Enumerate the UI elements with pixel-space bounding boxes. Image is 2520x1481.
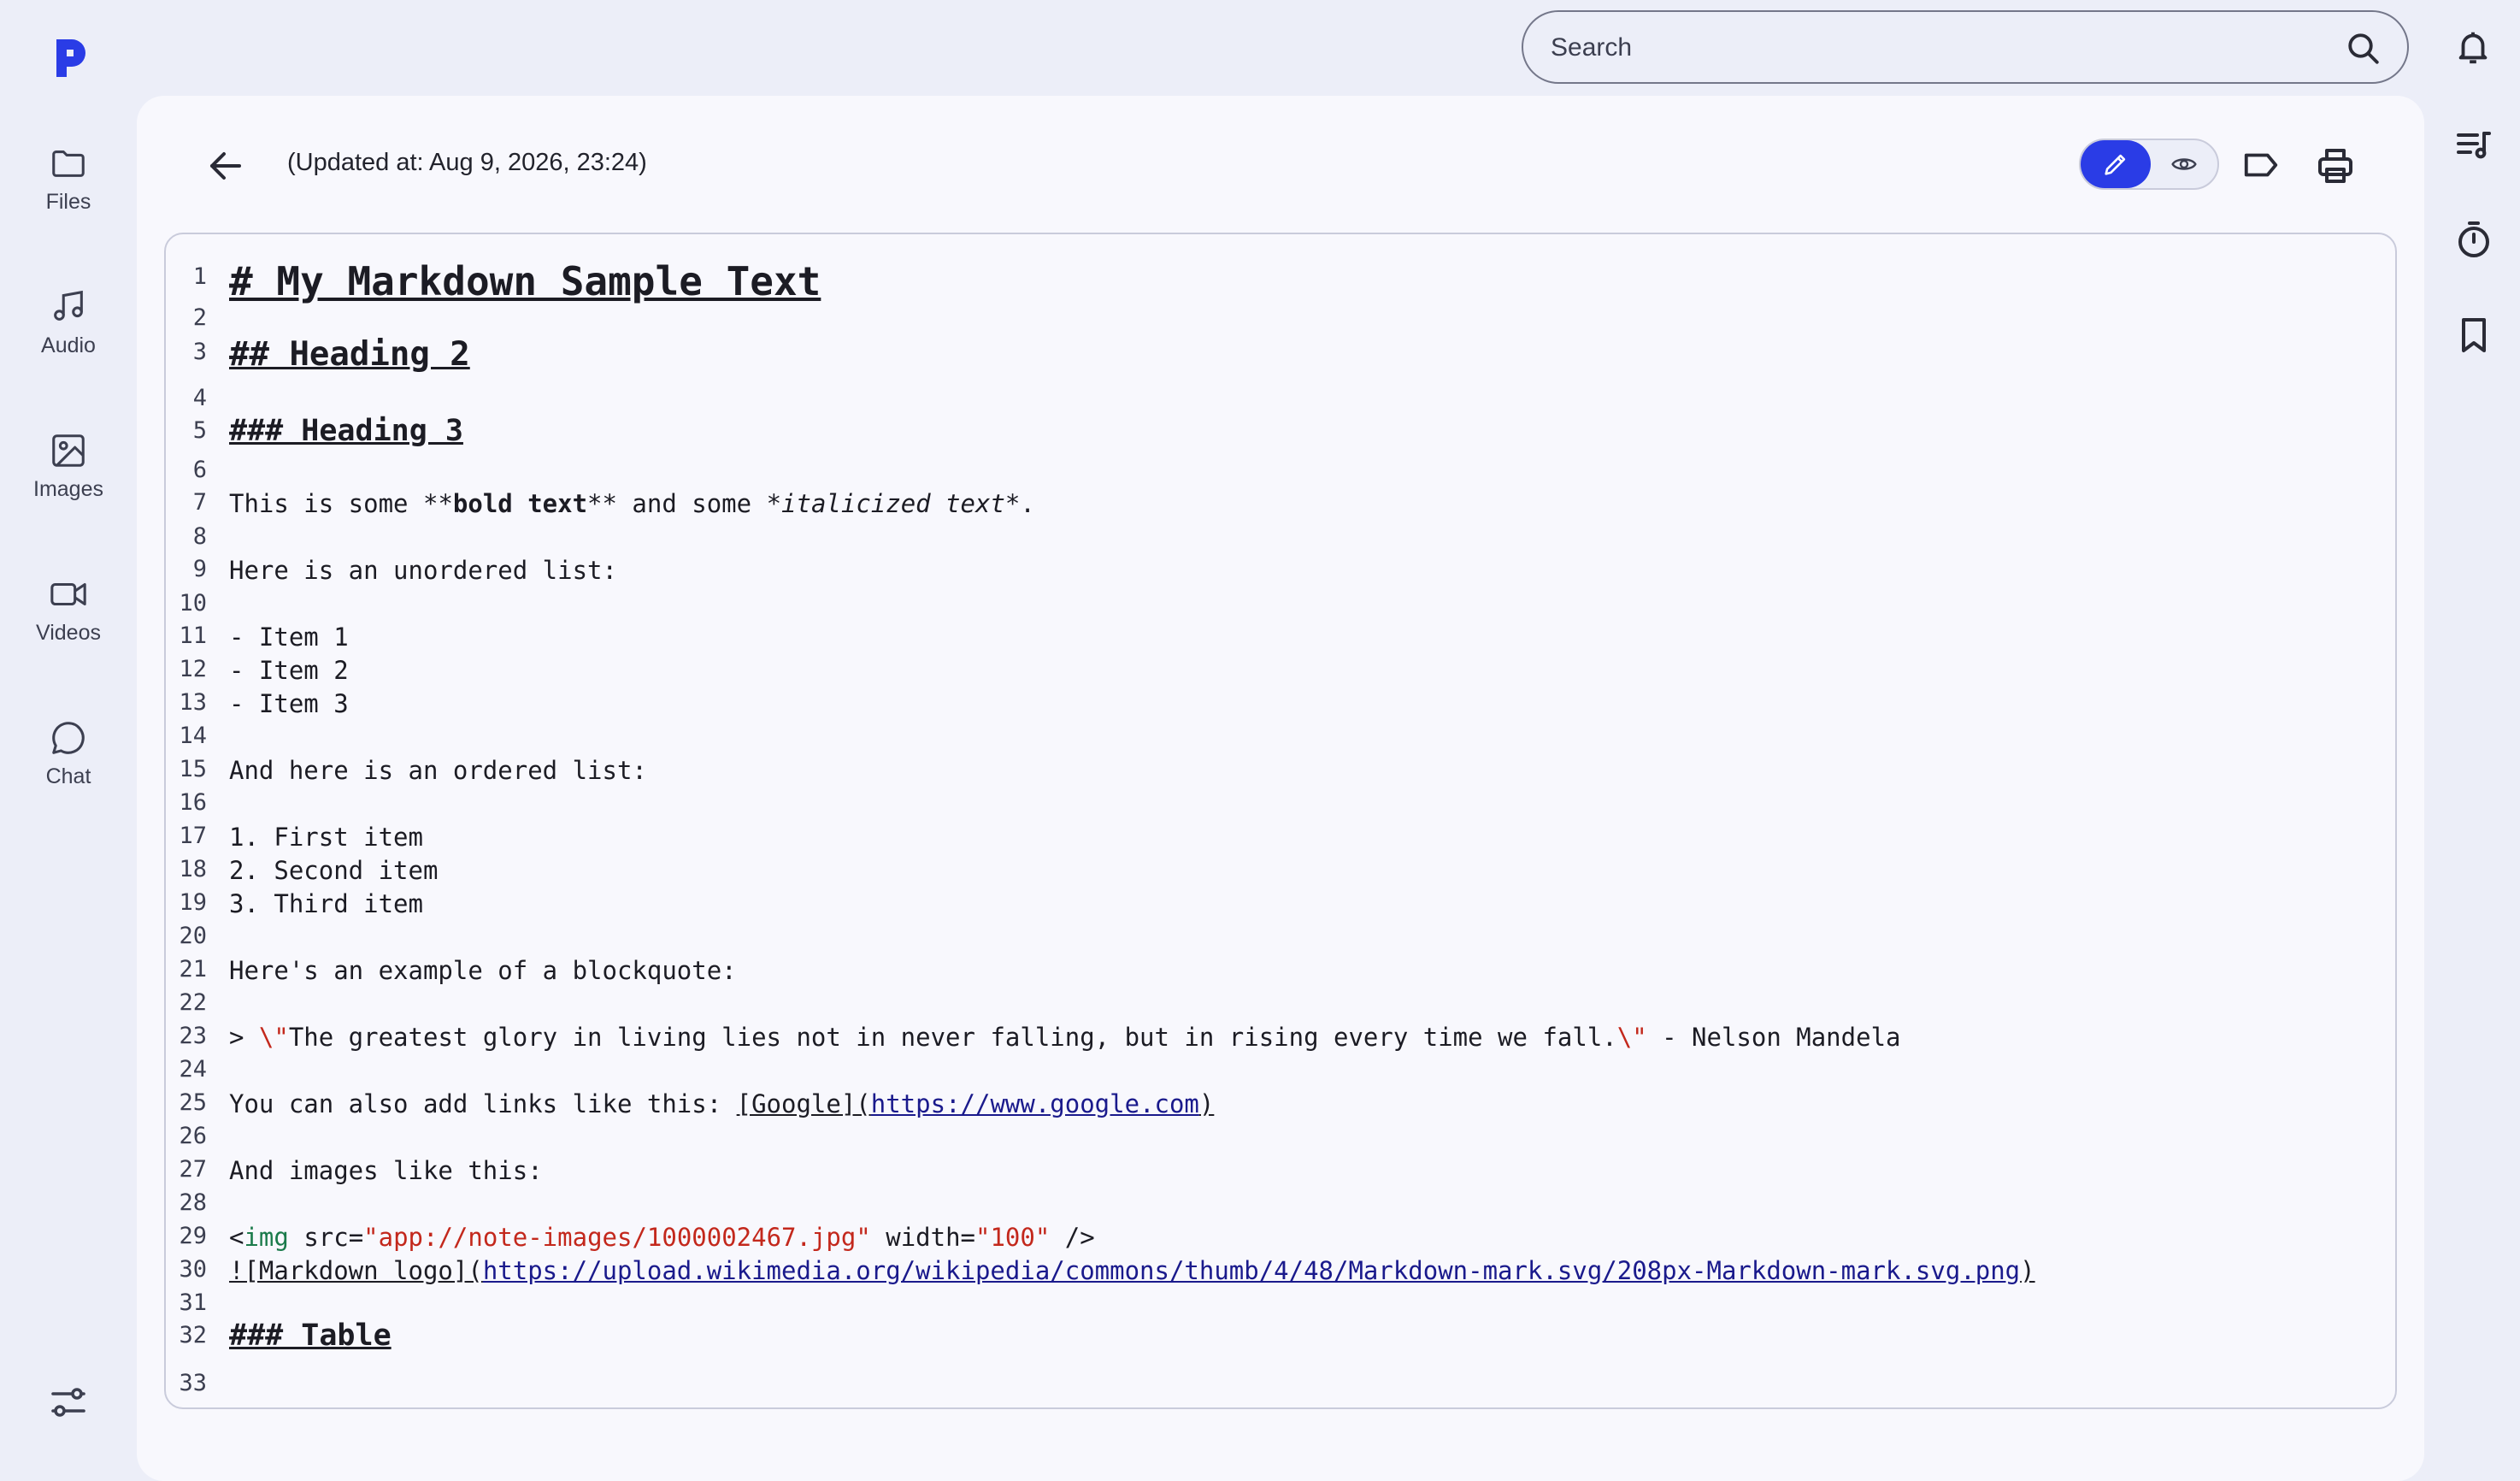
line-number: 1	[192, 263, 207, 290]
line-number: 15	[179, 756, 207, 782]
code-text: Here is an unordered list:	[229, 556, 617, 585]
code-text: <img src="app://note-images/1000002467.j…	[229, 1223, 1095, 1252]
code-heading-2: ## Heading 2	[229, 335, 470, 374]
music-note-icon	[54, 290, 83, 321]
bookmark-icon[interactable]	[2453, 315, 2494, 356]
folder-icon	[52, 150, 85, 177]
search-input[interactable]	[1549, 27, 2322, 68]
line-number: 22	[179, 989, 207, 1016]
chat-bubble-icon	[52, 722, 85, 754]
line-number: 20	[179, 923, 207, 949]
line-number: 8	[192, 523, 207, 550]
line-number: 10	[179, 590, 207, 617]
code-text: Here's an example of a blockquote:	[229, 956, 737, 985]
code-text: 1. First item	[229, 823, 423, 852]
code-text: 3. Third item	[229, 889, 423, 918]
label-tag-icon[interactable]	[2241, 145, 2281, 185]
updated-timestamp: (Updated at: Aug 9, 2026, 23:24)	[287, 149, 647, 176]
line-number: 28	[179, 1189, 207, 1216]
code-text: 2. Second item	[229, 856, 439, 885]
code-text: - Item 1	[229, 622, 349, 652]
eye-icon	[2171, 158, 2197, 170]
timer-icon[interactable]	[2453, 219, 2494, 260]
nav-audio[interactable]: Audio	[0, 287, 137, 390]
line-number: 33	[179, 1370, 207, 1396]
line-number: 32	[179, 1322, 207, 1348]
nav-chat-label: Chat	[45, 764, 91, 788]
edit-mode-button[interactable]	[2081, 140, 2151, 188]
nav-videos[interactable]: Videos	[0, 575, 137, 677]
code-text: And here is an ordered list:	[229, 756, 647, 785]
back-arrow-icon[interactable]	[205, 145, 246, 186]
line-number: 19	[179, 889, 207, 916]
pencil-icon	[2105, 154, 2126, 175]
nav-images-label: Images	[33, 477, 103, 501]
line-number: 13	[179, 689, 207, 716]
image-icon	[52, 434, 85, 467]
line-number: 26	[179, 1123, 207, 1149]
line-number: 3	[192, 339, 207, 365]
line-number: 17	[179, 823, 207, 849]
line-number: 12	[179, 656, 207, 682]
line-number: 27	[179, 1156, 207, 1183]
line-number: 30	[179, 1256, 207, 1283]
code-text: - Item 2	[229, 656, 349, 685]
settings-sliders-icon[interactable]	[48, 1382, 89, 1423]
line-number: 14	[179, 723, 207, 749]
line-number: 23	[179, 1023, 207, 1049]
code-heading-3: ### Table	[229, 1319, 392, 1353]
code-text: You can also add links like this: [Googl…	[229, 1089, 1215, 1118]
code-text: This is some **bold text** and some *ita…	[229, 489, 1035, 518]
code-heading-3: ### Heading 3	[229, 414, 463, 448]
app-logo-icon[interactable]	[51, 36, 89, 80]
code-heading-1: # My Markdown Sample Text	[229, 258, 821, 304]
line-number: 21	[179, 956, 207, 982]
nav-images[interactable]: Images	[0, 431, 137, 534]
preview-mode-button[interactable]	[2151, 140, 2217, 188]
image-url-link[interactable]: https://upload.wikimedia.org/wikipedia/c…	[483, 1256, 2020, 1285]
video-camera-icon	[50, 582, 86, 606]
code-text: > \"The greatest glory in living lies no…	[229, 1023, 1901, 1052]
line-number: 6	[192, 457, 207, 483]
line-number: 4	[192, 385, 207, 411]
nav-videos-label: Videos	[36, 621, 101, 645]
nav-audio-label: Audio	[41, 333, 96, 357]
line-number: 18	[179, 856, 207, 882]
line-number: 24	[179, 1056, 207, 1083]
edit-preview-toggle[interactable]	[2079, 139, 2219, 190]
nav-files-label: Files	[45, 190, 91, 214]
code-text: And images like this:	[229, 1156, 543, 1185]
search-icon[interactable]	[2346, 31, 2382, 67]
line-number: 31	[179, 1289, 207, 1316]
line-number: 7	[192, 489, 207, 516]
markdown-editor[interactable]: 1 # My Markdown Sample Text 2 3 ## Heading…	[164, 233, 2397, 1409]
notification-bell-icon[interactable]	[2453, 27, 2493, 67]
playlist-icon[interactable]	[2453, 125, 2494, 166]
search-box[interactable]	[1522, 10, 2409, 84]
nav-chat[interactable]: Chat	[0, 718, 137, 821]
line-number: 9	[192, 556, 207, 582]
print-icon[interactable]	[2315, 145, 2356, 186]
code-text: - Item 3	[229, 689, 349, 718]
left-nav-rail: Files Audio Images Videos Chat	[0, 0, 137, 1450]
nav-files[interactable]: Files	[0, 144, 137, 246]
line-number: 11	[179, 622, 207, 649]
line-number: 5	[192, 417, 207, 444]
code-text: ![Markdown logo](https://upload.wikimedi…	[229, 1256, 2035, 1285]
line-number: 29	[179, 1223, 207, 1249]
line-number: 25	[179, 1089, 207, 1116]
line-number: 16	[179, 789, 207, 816]
google-link[interactable]: https://www.google.com	[871, 1089, 1199, 1118]
line-number: 2	[192, 304, 207, 331]
